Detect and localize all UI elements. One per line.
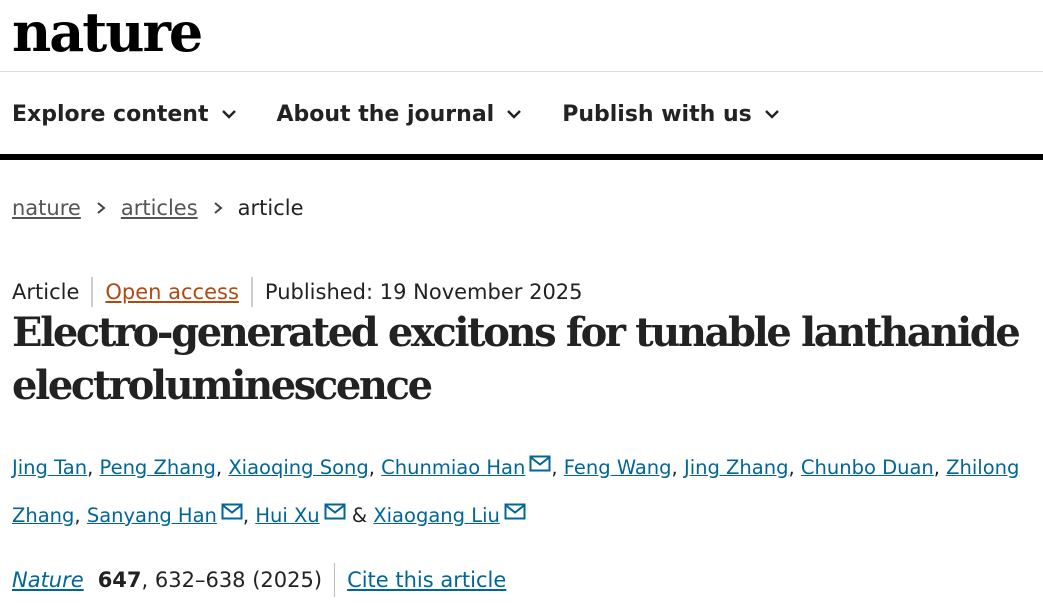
breadcrumb: nature articles article (12, 192, 304, 224)
author-link[interactable]: Hui Xu (255, 504, 319, 527)
main-nav: Explore content About the journal Publis… (12, 96, 820, 132)
header-divider (0, 71, 1043, 72)
chevron-right-icon (214, 202, 223, 214)
author-separator: , (87, 456, 100, 479)
author-separator: , (368, 456, 382, 479)
author-separator: & (345, 504, 374, 527)
author-link[interactable]: Xiaogang Liu (373, 504, 500, 527)
nav-item-label: Explore content (12, 101, 209, 127)
nature-logo[interactable]: nature (12, 0, 203, 64)
author-link[interactable]: Jing Zhang (684, 456, 789, 479)
mail-icon[interactable] (221, 503, 243, 520)
author-separator: , (788, 456, 801, 479)
mail-icon[interactable] (324, 503, 346, 520)
author-list: Jing Tan, Peng Zhang, Xiaoqing Song, Chu… (12, 444, 1037, 540)
breadcrumb-link-articles[interactable]: articles (121, 196, 198, 220)
author-link[interactable]: Xiaoqing Song (228, 456, 368, 479)
journal-link[interactable]: Nature (12, 568, 84, 592)
nav-about-the-journal[interactable]: About the journal (277, 102, 523, 127)
article-title: Electro-generated excitons for tunable l… (12, 309, 1021, 409)
author-separator: , (671, 456, 684, 479)
chevron-down-icon (764, 110, 779, 119)
nav-divider (0, 154, 1043, 160)
mail-icon[interactable] (504, 503, 526, 520)
author-separator: , (551, 456, 564, 479)
citation-divider (334, 563, 336, 597)
nav-publish-with-us[interactable]: Publish with us (562, 102, 780, 127)
pages-year: , 632–638 (2025) (141, 568, 323, 592)
chevron-right-icon (97, 202, 106, 214)
author-separator: , (242, 504, 256, 527)
author-link[interactable]: Peng Zhang (100, 456, 216, 479)
author-separator: , (933, 456, 947, 479)
citation: Nature 647 , 632–638 (2025) Cite this ar… (12, 563, 506, 597)
breadcrumb-current: article (237, 196, 304, 220)
meta-divider (250, 277, 253, 307)
author-link[interactable]: Feng Wang (564, 456, 672, 479)
chevron-down-icon (221, 110, 236, 119)
article-meta: Article Open access Published: 19 Novemb… (12, 276, 583, 308)
breadcrumb-link-nature[interactable]: nature (12, 196, 81, 220)
open-access-link[interactable]: Open access (105, 280, 239, 304)
volume: 647 (97, 568, 142, 592)
author-separator: , (215, 456, 229, 479)
author-link[interactable]: Chunbo Duan (801, 456, 934, 479)
author-link[interactable]: Chunmiao Han (381, 456, 525, 479)
mail-icon[interactable] (529, 455, 551, 472)
published-date: Published: 19 November 2025 (264, 280, 583, 304)
chevron-down-icon (507, 110, 522, 119)
author-link[interactable]: Sanyang Han (87, 504, 217, 527)
nav-item-label: Publish with us (562, 101, 752, 127)
author-separator: , (74, 504, 87, 527)
nav-explore-content[interactable]: Explore content (12, 102, 237, 127)
article-type: Article (12, 280, 80, 304)
author-link[interactable]: Jing Tan (12, 456, 87, 479)
nav-item-label: About the journal (276, 101, 495, 127)
cite-this-article-link[interactable]: Cite this article (347, 568, 506, 592)
meta-divider (91, 277, 94, 307)
